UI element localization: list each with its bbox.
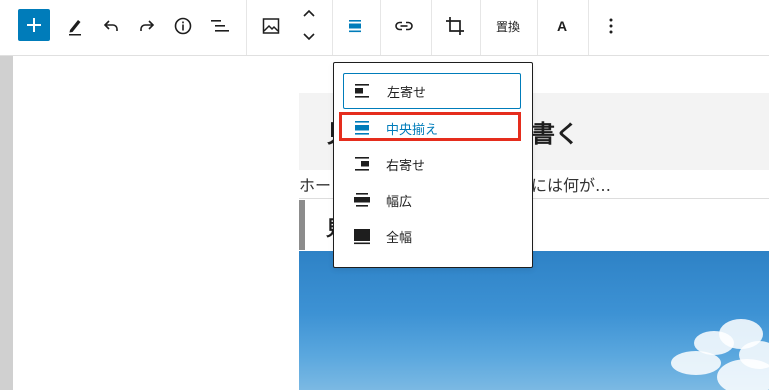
toolbar-divider	[480, 0, 481, 55]
heading-text-right: 書く	[531, 120, 579, 148]
more-options-button[interactable]	[598, 8, 624, 44]
cloud	[717, 359, 769, 390]
toolbar-divider	[246, 0, 247, 55]
crop-button[interactable]	[441, 8, 469, 44]
paragraph-text-right: には何が…	[531, 176, 612, 195]
redo-button[interactable]	[134, 8, 160, 44]
align-full-option[interactable]: 全幅	[343, 218, 521, 254]
text-overlay-button[interactable]: A	[549, 8, 575, 44]
crop-icon	[446, 17, 464, 35]
align-left-option[interactable]: 左寄せ	[343, 73, 521, 109]
info-icon	[174, 17, 192, 35]
replace-button[interactable]: 置換	[490, 8, 526, 44]
align-right-icon	[355, 157, 369, 171]
editor-gutter	[0, 56, 13, 390]
quote-border	[299, 200, 305, 250]
move-down-button[interactable]	[296, 28, 322, 46]
align-wide-option[interactable]: 幅広	[343, 182, 521, 218]
add-block-button[interactable]	[18, 9, 50, 41]
toolbar-divider	[431, 0, 432, 55]
align-wide-label: 幅広	[386, 194, 413, 210]
align-full-icon	[354, 229, 370, 245]
block-toolbar: 置換 A	[0, 0, 769, 56]
cloud	[671, 351, 721, 375]
plus-icon	[27, 18, 41, 32]
align-center-label: 中央揃え	[386, 122, 439, 138]
details-button[interactable]	[170, 8, 196, 44]
align-dropdown: 左寄せ 中央揃え 右寄せ 幅広 全幅	[333, 62, 533, 268]
move-up-button[interactable]	[296, 4, 322, 22]
image-icon	[262, 18, 280, 34]
align-right-label: 右寄せ	[386, 158, 426, 174]
tools-button[interactable]	[62, 8, 88, 44]
align-left-icon	[355, 84, 369, 98]
image-block[interactable]	[299, 251, 769, 390]
align-wide-icon	[354, 193, 370, 207]
align-left-label: 左寄せ	[387, 85, 427, 101]
block-type-button[interactable]	[258, 8, 284, 44]
align-button[interactable]	[342, 8, 368, 44]
toolbar-divider	[332, 0, 333, 55]
align-full-label: 全幅	[386, 230, 413, 246]
pencil-icon	[69, 20, 81, 36]
toolbar-divider	[588, 0, 589, 55]
link-button[interactable]	[391, 8, 417, 44]
more-vertical-icon	[609, 18, 613, 34]
undo-button[interactable]	[98, 8, 124, 44]
replace-label: 置換	[495, 19, 520, 34]
align-right-option[interactable]: 右寄せ	[343, 146, 521, 182]
chevron-up-icon	[303, 9, 315, 17]
chevron-down-icon	[303, 33, 315, 41]
redo-icon	[140, 20, 155, 31]
link-icon	[395, 21, 413, 31]
undo-icon	[103, 20, 118, 31]
list-view-button[interactable]	[206, 8, 234, 44]
align-center-option[interactable]: 中央揃え	[343, 110, 521, 146]
toolbar-divider	[537, 0, 538, 55]
toolbar-divider	[380, 0, 381, 55]
align-center-icon	[355, 121, 369, 135]
list-view-icon	[211, 20, 229, 32]
text-label: A	[556, 18, 568, 34]
align-center-icon	[349, 20, 361, 33]
